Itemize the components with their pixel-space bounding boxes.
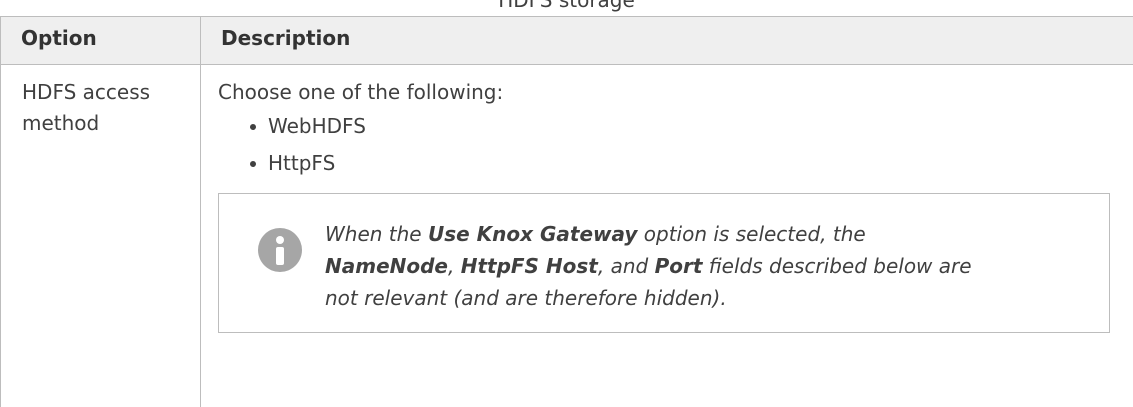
access-method-list: WebHDFS HttpFS — [218, 108, 1113, 182]
list-item: HttpFS — [246, 145, 1113, 182]
description-intro: Choose one of the following: — [218, 77, 1113, 108]
description-cell: Choose one of the following: WebHDFS Htt… — [201, 65, 1133, 407]
note-box: When the Use Knox Gateway option is sele… — [218, 193, 1110, 333]
option-cell: HDFS access method — [1, 65, 201, 407]
info-icon — [258, 228, 302, 272]
namenode-field-name: NameNode — [325, 254, 448, 278]
knox-gateway-option-name: Use Knox Gateway — [428, 222, 637, 246]
option-name-line-1: HDFS access — [22, 80, 150, 104]
description-column-header: Description — [201, 17, 1133, 65]
option-column-header: Option — [1, 17, 201, 65]
list-item-label: WebHDFS — [268, 114, 366, 138]
option-name-line-2: method — [22, 111, 99, 135]
port-field-name: Port — [655, 254, 703, 278]
header-row: Option Description — [1, 17, 1133, 65]
list-item-label: HttpFS — [268, 151, 335, 175]
options-table: Option Description HDFS access method Ch… — [0, 16, 1133, 407]
table-caption: HDFS storage — [0, 0, 1133, 12]
note-text: When the Use Knox Gateway option is sele… — [325, 218, 1085, 314]
list-item: WebHDFS — [246, 108, 1113, 145]
table-row: HDFS access method Choose one of the fol… — [1, 65, 1133, 407]
bullet-icon — [250, 161, 256, 167]
bullet-icon — [250, 124, 256, 130]
httpfs-host-field-name: HttpFS Host — [461, 254, 598, 278]
